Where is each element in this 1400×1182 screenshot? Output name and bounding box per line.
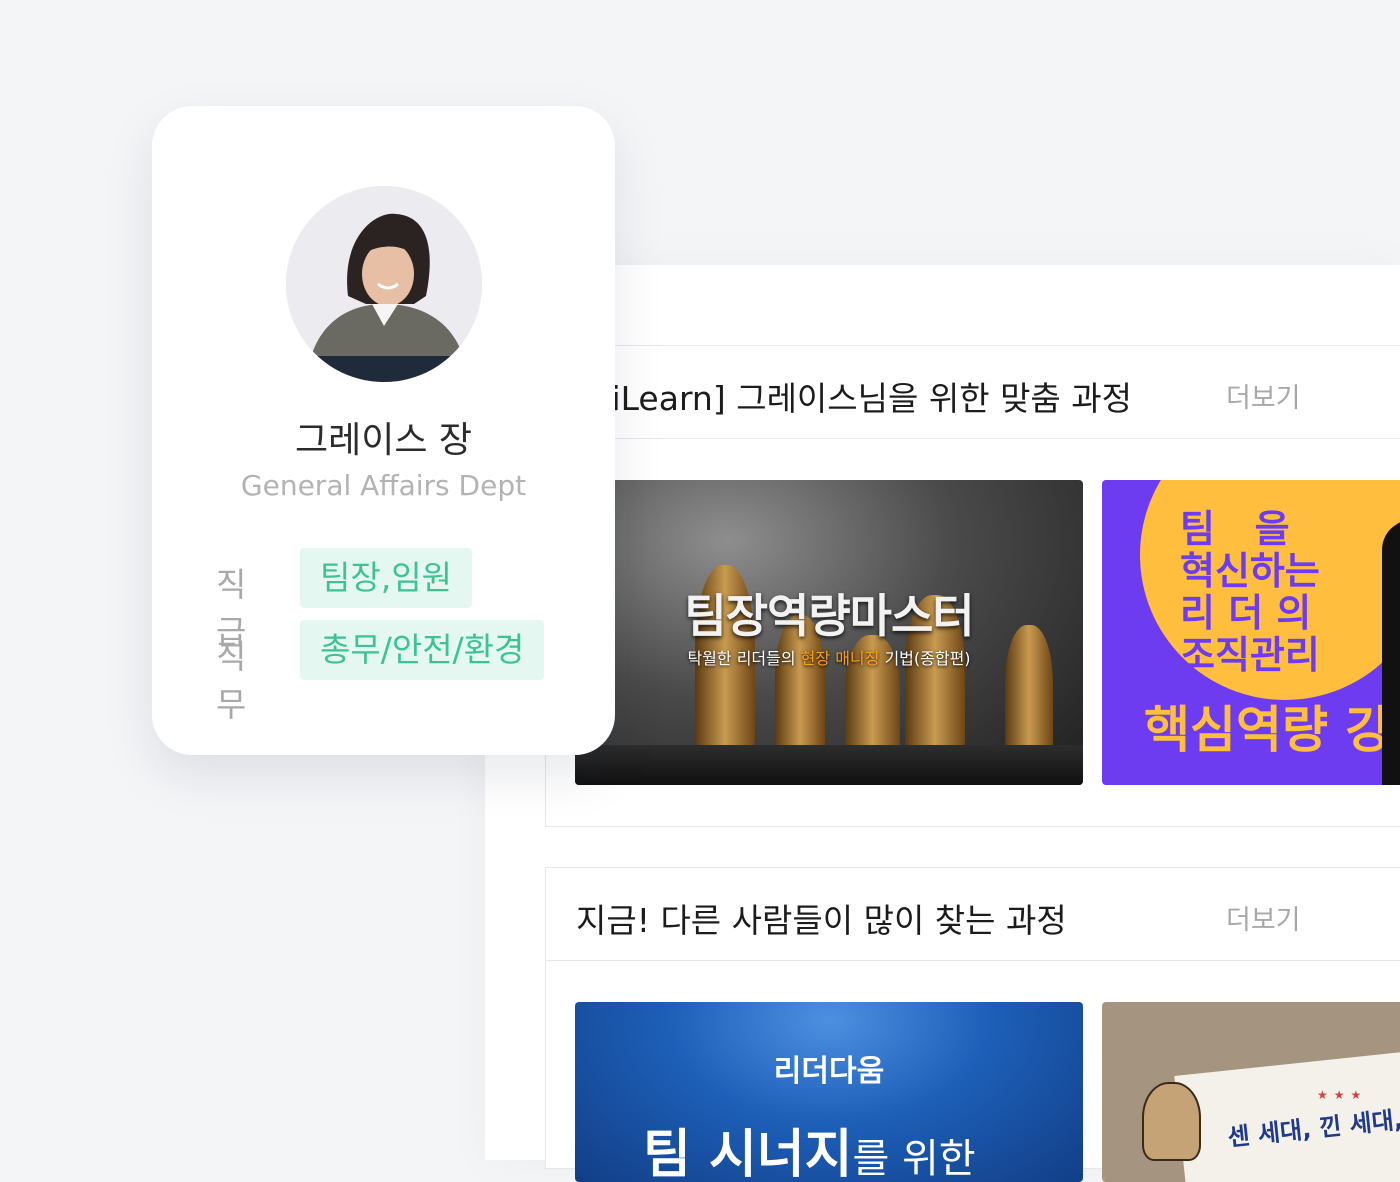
section-title: 지금! 다른 사람들이 많이 찾는 과정 (576, 901, 1067, 940)
popular-courses-section: 지금! 다른 사람들이 많이 찾는 과정 더보기 리더다움 팀 시너지를 위한 … (545, 867, 1400, 1182)
stars-icon: ★★★ (1317, 1088, 1368, 1102)
subtitle-text: 탁월한 리더들의 (687, 649, 801, 668)
job-tag: 총무/안전/환경 (300, 620, 545, 680)
course-card-core-competency[interactable]: 팀 을 혁신하는 리 더 의 조직관리 핵심역량 강 (1102, 480, 1400, 785)
person-image (1382, 520, 1400, 785)
job-label: 직무 (216, 637, 247, 724)
recommended-courses-section: [AiLearn] 그레이스님을 위한 맞춤 과정 더보기 팀장역량마스터 탁월… (545, 345, 1400, 827)
course-title-bold: 팀 시너지 (643, 1125, 853, 1182)
rank-tag: 팀장,임원 (300, 548, 472, 608)
course-title-thin: 를 위한 (852, 1136, 976, 1182)
course-logo: 리더다움 (773, 1054, 885, 1089)
course-title: 팀 을 혁신하는 리 더 의 조직관리 (1180, 507, 1320, 677)
profile-department: General Affairs Dept (240, 469, 527, 502)
course-subtitle: 탁월한 리더들의 현장 매니징 기법(종합편) (575, 645, 1083, 669)
course-card-team-synergy[interactable]: 리더다움 팀 시너지를 위한 (575, 1002, 1083, 1182)
section-header: 지금! 다른 사람들이 많이 찾는 과정 더보기 (546, 868, 1400, 961)
course-card-team-leader-master[interactable]: 팀장역량마스터 탁월한 리더들의 현장 매니징 기법(종합편) (575, 480, 1083, 785)
more-link[interactable]: 더보기 (1226, 898, 1301, 937)
cat-character-icon (1142, 1082, 1201, 1161)
course-title: 팀 시너지를 위한 (643, 1112, 976, 1182)
course-title-large: 핵심역량 강 (1144, 701, 1392, 759)
chess-board (575, 745, 1083, 785)
avatar (286, 186, 482, 382)
course-card-generations[interactable]: ★★★ 센 세대, 낀 세대, 신 (1102, 1002, 1400, 1182)
profile-name: 그레이스 장 (294, 420, 473, 461)
section-header: [AiLearn] 그레이스님을 위한 맞춤 과정 더보기 (546, 346, 1400, 439)
subtitle-text: 기법(종합편) (879, 649, 971, 668)
subtitle-highlight: 현장 매니징 (800, 649, 880, 668)
avatar-photo (286, 186, 482, 382)
more-link[interactable]: 더보기 (1226, 376, 1301, 415)
course-title: 팀장역량마스터 (684, 589, 974, 643)
section-title: [AiLearn] 그레이스님을 위한 맞춤 과정 (576, 379, 1133, 418)
profile-card: 그레이스 장 General Affairs Dept 직급 팀장,임원 직무 … (152, 106, 615, 755)
